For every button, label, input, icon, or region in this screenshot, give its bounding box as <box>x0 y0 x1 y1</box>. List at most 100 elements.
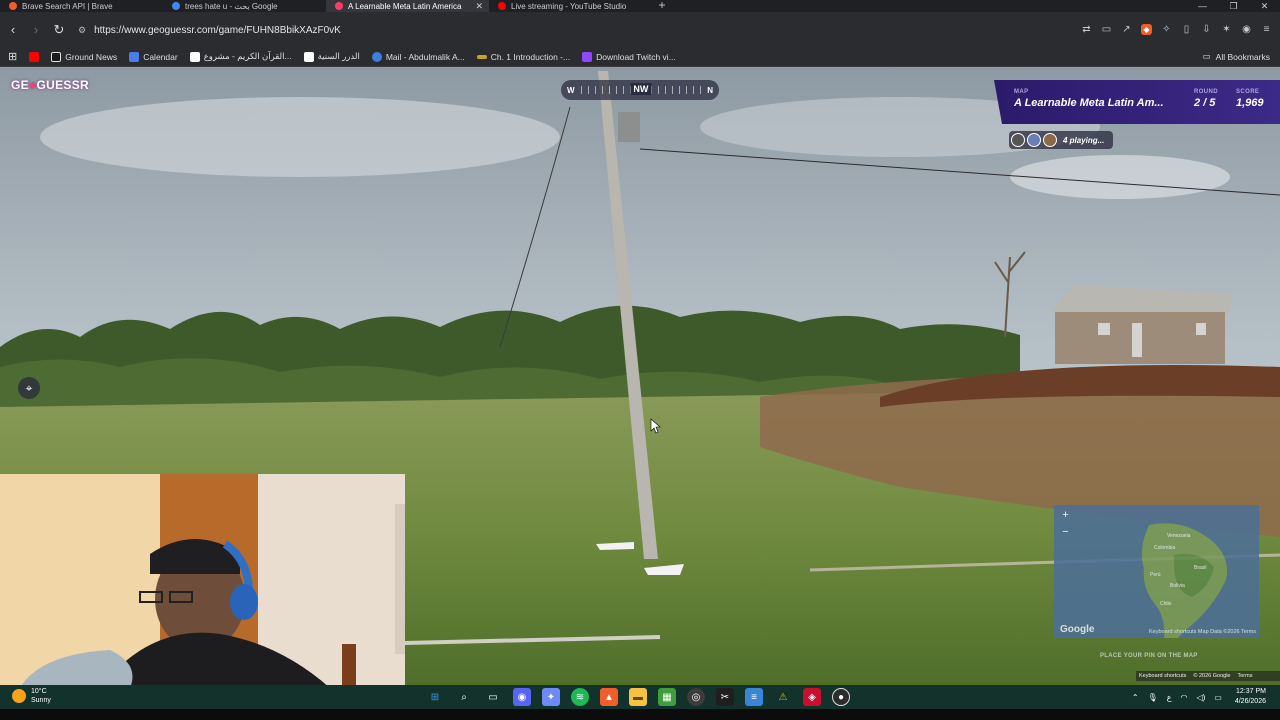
all-bookmarks-button[interactable]: ▭ All Bookmarks <box>1203 51 1270 62</box>
cast-icon[interactable]: ▭ <box>1101 24 1112 35</box>
notepad-icon[interactable]: ≡ <box>745 688 763 706</box>
vpn-icon[interactable]: ◉ <box>1241 24 1252 35</box>
street-view-footer: Keyboard shortcuts © 2026 Google Terms <box>1136 671 1280 681</box>
dorar-icon <box>303 51 314 62</box>
weather-widget[interactable]: 10°C Sunny <box>12 687 51 705</box>
new-tab-button[interactable]: + <box>652 0 672 12</box>
file-explorer-icon[interactable]: ▬ <box>629 688 647 706</box>
geoguessr-logo[interactable]: GE●GUESSR <box>11 78 89 92</box>
battery-icon[interactable]: ▭ <box>1214 693 1222 702</box>
google-logo: Google <box>1060 624 1095 635</box>
bookmark-label: Download Twitch vi... <box>596 51 676 62</box>
tab-geoguessr[interactable]: A Learnable Meta Latin America ✕ <box>326 0 489 12</box>
site-settings-icon[interactable]: ⚙ <box>78 25 86 36</box>
bookmark-ch1[interactable]: Ch. 1 Introduction -... <box>476 51 571 62</box>
clock[interactable]: 12:37 PM 4/26/2026 <box>1235 687 1266 707</box>
terms-link[interactable]: Terms <box>1237 673 1252 679</box>
close-tab-icon[interactable]: ✕ <box>475 0 483 12</box>
webcam-overlay <box>0 474 405 688</box>
forward-icon[interactable]: › <box>26 20 46 40</box>
tab-brave-search[interactable]: Brave Search API | Brave <box>0 0 163 12</box>
address-bar[interactable]: ⚙ https://www.geoguessr.com/game/FUHN8Bb… <box>72 21 1130 40</box>
players-indicator[interactable]: 4 playing... <box>1009 131 1113 149</box>
search-icon[interactable]: ⌕ <box>455 688 473 706</box>
mcafee-icon[interactable]: ◈ <box>803 688 821 706</box>
tab-google-search[interactable]: trees hate u - بحث Google <box>163 0 326 12</box>
translate-icon[interactable]: ⇄ <box>1081 24 1092 35</box>
obs-icon[interactable]: ◎ <box>687 688 705 706</box>
place-pin-hint: PLACE YOUR PIN ON THE MAP <box>1100 653 1198 659</box>
map-pin-icon: ● <box>28 78 37 92</box>
map-info: MAP A Learnable Meta Latin Am... <box>1014 89 1164 109</box>
compass-heading: NW <box>630 83 652 95</box>
bookmark-label: الدرر السنية <box>317 51 360 61</box>
wifi-icon[interactable]: ◠ <box>1180 693 1187 702</box>
tab-youtube-studio[interactable]: Live streaming - YouTube Studio <box>489 0 652 12</box>
url-text[interactable]: https://www.geoguessr.com/game/FUHN8Bbik… <box>94 25 341 36</box>
windows-taskbar: 10°C Sunny ⊞ ⌕ ▭ ◉ ✦ ≋ ▲ ▬ ▦ ◎ ✂ ≡ ⚠ ◈ ●… <box>0 685 1280 709</box>
windows-start-icon[interactable]: ⊞ <box>426 688 444 706</box>
youtube-icon <box>29 51 40 62</box>
bookmark-label: Ch. 1 Introduction -... <box>490 51 571 62</box>
tab-title: trees hate u - بحث Google <box>185 1 278 11</box>
bookmark-quran[interactable]: القرآن الكريم - مشروع... <box>189 51 292 62</box>
reload-icon[interactable]: ↻ <box>49 20 69 40</box>
webcam-feed <box>0 474 405 688</box>
warning-app-icon[interactable]: ⚠ <box>774 688 792 706</box>
sidebar-icon[interactable]: ▯ <box>1181 24 1192 35</box>
geoguessr-app-icon[interactable]: ● <box>832 688 850 706</box>
minimize-icon[interactable]: — <box>1187 0 1218 12</box>
zoom-in-button[interactable]: + <box>1060 510 1071 521</box>
quran-icon <box>189 51 200 62</box>
bookmarks-bar: ⊞ Ground News Calendar القرآن الكريم - م… <box>0 47 1280 67</box>
restore-icon[interactable]: ❐ <box>1218 0 1249 12</box>
copyright-text: © 2026 Google <box>1193 673 1231 679</box>
task-view-icon[interactable]: ▭ <box>484 688 502 706</box>
window-close-icon[interactable]: ✕ <box>1249 0 1280 12</box>
brave-icon[interactable]: ▲ <box>600 688 618 706</box>
temperature: 10°C <box>31 688 47 695</box>
map-name: A Learnable Meta Latin Am... <box>1014 97 1164 109</box>
all-bookmarks-label: All Bookmarks <box>1215 51 1270 62</box>
downloads-icon[interactable]: ⇩ <box>1201 24 1212 35</box>
extensions-icon[interactable]: ✧ <box>1161 24 1172 35</box>
capcut-icon[interactable]: ✂ <box>716 688 734 706</box>
game-status-panel: MAP A Learnable Meta Latin Am... ROUND 2… <box>994 80 1280 124</box>
leo-icon[interactable]: ✶ <box>1221 24 1232 35</box>
geoguessr-icon <box>335 2 343 10</box>
bookmark-ground-news[interactable]: Ground News <box>51 51 118 62</box>
logo-text-left: GE <box>11 78 29 92</box>
back-icon[interactable]: ‹ <box>3 20 23 40</box>
menu-icon[interactable]: ≡ <box>1261 24 1272 35</box>
book-icon <box>476 54 487 59</box>
score-label: SCORE <box>1236 89 1260 95</box>
language-indicator[interactable]: ع <box>1167 693 1172 702</box>
chevron-up-icon[interactable]: ⌃ <box>1132 693 1139 702</box>
compass[interactable]: W NW N <box>561 80 719 100</box>
microphone-icon[interactable]: 🎙︎ <box>1148 693 1158 702</box>
share-icon[interactable]: ↗ <box>1121 24 1132 35</box>
compass-west: W <box>567 85 575 95</box>
map-attribution[interactable]: Keyboard shortcuts Map Data ©2026 Terms <box>1149 629 1256 635</box>
bookmark-youtube[interactable] <box>29 51 40 62</box>
bookmark-label: Ground News <box>65 51 118 62</box>
copilot-icon[interactable]: ✦ <box>542 688 560 706</box>
avatar <box>1011 133 1025 147</box>
round-info: ROUND 2 / 5 <box>1194 89 1218 109</box>
keyboard-shortcuts-link[interactable]: Keyboard shortcuts <box>1139 673 1186 679</box>
minecraft-icon[interactable]: ▦ <box>658 688 676 706</box>
apps-icon[interactable]: ⊞ <box>8 50 17 63</box>
volume-icon[interactable]: ◁) <box>1196 693 1205 702</box>
bookmark-dorar[interactable]: الدرر السنية <box>303 51 360 62</box>
bookmark-mail[interactable]: Mail - Abdulmalik A... <box>371 51 465 62</box>
weather-text: 10°C Sunny <box>31 687 51 705</box>
discord-icon[interactable]: ◉ <box>513 688 531 706</box>
guess-minimap[interactable]: + − Venezuela Colombia Perú Brasil Boliv… <box>1054 505 1259 638</box>
return-to-start-button[interactable]: ⌖ <box>18 377 40 399</box>
zoom-out-button[interactable]: − <box>1060 527 1071 538</box>
bookmark-twitch[interactable]: Download Twitch vi... <box>582 51 676 62</box>
spotify-icon[interactable]: ≋ <box>571 688 589 706</box>
map-label-venezuela: Venezuela <box>1167 533 1191 539</box>
bookmark-calendar[interactable]: Calendar <box>129 51 178 62</box>
brave-shields-icon[interactable]: ◆ <box>1141 24 1152 35</box>
